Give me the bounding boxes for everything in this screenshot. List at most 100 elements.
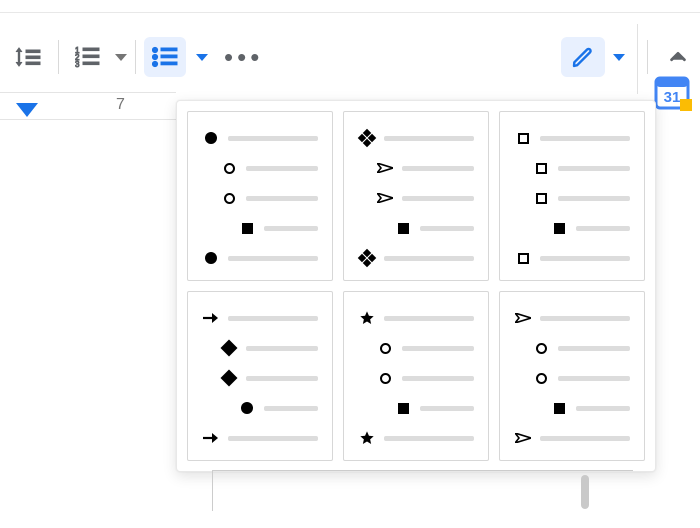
text-placeholder-line	[576, 406, 630, 411]
text-placeholder-line	[402, 376, 474, 381]
list-item	[358, 338, 474, 358]
list-item	[514, 128, 630, 148]
editing-mode-dropdown-icon[interactable]	[613, 54, 625, 61]
filled-square-icon	[550, 223, 568, 234]
list-item	[202, 308, 318, 328]
vertical-scrollbar[interactable]	[581, 475, 589, 509]
list-item	[514, 218, 630, 238]
list-item	[202, 248, 318, 268]
text-placeholder-line	[420, 406, 474, 411]
list-item	[514, 398, 630, 418]
hollow-square-icon	[514, 133, 532, 144]
text-placeholder-line	[246, 196, 318, 201]
bullet-preset-disc-circle-square[interactable]	[187, 111, 333, 281]
text-placeholder-line	[384, 316, 474, 321]
horizontal-ruler[interactable]: 7	[0, 92, 176, 120]
text-placeholder-line	[576, 226, 630, 231]
hollow-square-icon	[532, 163, 550, 174]
send-arrow-icon	[514, 433, 532, 443]
more-tools-button[interactable]: •••	[220, 37, 267, 77]
numbered-list-button[interactable]: 1 2 3	[67, 37, 109, 77]
list-item	[514, 248, 630, 268]
bullet-preset-hollowsquare-hollowsquare-square[interactable]	[499, 111, 645, 281]
list-item	[358, 428, 474, 448]
four-diamond-icon	[358, 131, 376, 145]
list-item	[202, 188, 318, 208]
numbered-list-dropdown-icon[interactable]	[115, 54, 127, 61]
toolbar: 1 2 3 •••	[0, 30, 700, 84]
hollow-circle-icon	[220, 193, 238, 204]
line-spacing-button[interactable]	[6, 37, 50, 77]
toolbar-separator	[647, 40, 648, 74]
svg-text:31: 31	[664, 89, 681, 106]
filled-square-icon	[238, 223, 256, 234]
diamond-icon	[220, 342, 238, 354]
text-placeholder-line	[540, 256, 630, 261]
indent-marker-icon[interactable]	[16, 103, 38, 117]
list-item	[358, 188, 474, 208]
list-item	[514, 188, 630, 208]
right-arrow-icon	[202, 312, 220, 324]
list-item	[514, 338, 630, 358]
top-divider	[0, 12, 700, 13]
list-item	[202, 218, 318, 238]
hollow-circle-icon	[220, 163, 238, 174]
text-placeholder-line	[228, 256, 318, 261]
send-arrow-icon	[376, 193, 394, 203]
toolbar-separator	[58, 40, 59, 74]
text-placeholder-line	[384, 256, 474, 261]
svg-text:3: 3	[75, 60, 80, 68]
text-placeholder-line	[540, 316, 630, 321]
text-placeholder-line	[402, 196, 474, 201]
list-item	[358, 398, 474, 418]
list-item	[358, 248, 474, 268]
text-placeholder-line	[384, 436, 474, 441]
right-pane-divider	[637, 24, 638, 94]
text-placeholder-line	[558, 376, 630, 381]
hollow-square-icon	[514, 253, 532, 264]
right-arrow-icon	[202, 432, 220, 444]
document-page-edge	[212, 470, 633, 511]
filled-square-icon	[394, 223, 412, 234]
text-placeholder-line	[420, 226, 474, 231]
hollow-circle-icon	[532, 343, 550, 354]
list-item	[202, 398, 318, 418]
text-placeholder-line	[402, 346, 474, 351]
star-icon	[358, 310, 376, 326]
four-diamond-icon	[358, 251, 376, 265]
bullet-preset-fourdiamond-send-square[interactable]	[343, 111, 489, 281]
text-placeholder-line	[558, 166, 630, 171]
text-placeholder-line	[228, 436, 318, 441]
list-item	[358, 218, 474, 238]
list-item	[202, 368, 318, 388]
bulleted-list-button[interactable]	[144, 37, 186, 77]
calendar-icon[interactable]: 31	[652, 72, 692, 112]
filled-circle-icon	[202, 132, 220, 144]
text-placeholder-line	[384, 136, 474, 141]
bullet-preset-send-circle-square[interactable]	[499, 291, 645, 461]
text-placeholder-line	[246, 346, 318, 351]
bullet-preset-star-circle-square[interactable]	[343, 291, 489, 461]
list-item	[358, 128, 474, 148]
filled-square-icon	[550, 403, 568, 414]
text-placeholder-line	[402, 166, 474, 171]
filled-circle-icon	[238, 402, 256, 414]
toolbar-separator	[135, 40, 136, 74]
text-placeholder-line	[246, 376, 318, 381]
hollow-circle-icon	[376, 343, 394, 354]
hollow-circle-icon	[532, 373, 550, 384]
bullet-presets-popover	[176, 100, 656, 472]
bulleted-list-dropdown-icon[interactable]	[196, 54, 208, 61]
text-placeholder-line	[264, 406, 318, 411]
text-placeholder-line	[264, 226, 318, 231]
text-placeholder-line	[540, 436, 630, 441]
list-item	[514, 158, 630, 178]
filled-square-icon	[394, 403, 412, 414]
list-item	[514, 368, 630, 388]
diamond-icon	[220, 372, 238, 384]
list-item	[202, 338, 318, 358]
bullet-preset-arrow-diamond-circle[interactable]	[187, 291, 333, 461]
editing-mode-button[interactable]	[561, 37, 605, 77]
list-item	[202, 158, 318, 178]
list-item	[358, 368, 474, 388]
